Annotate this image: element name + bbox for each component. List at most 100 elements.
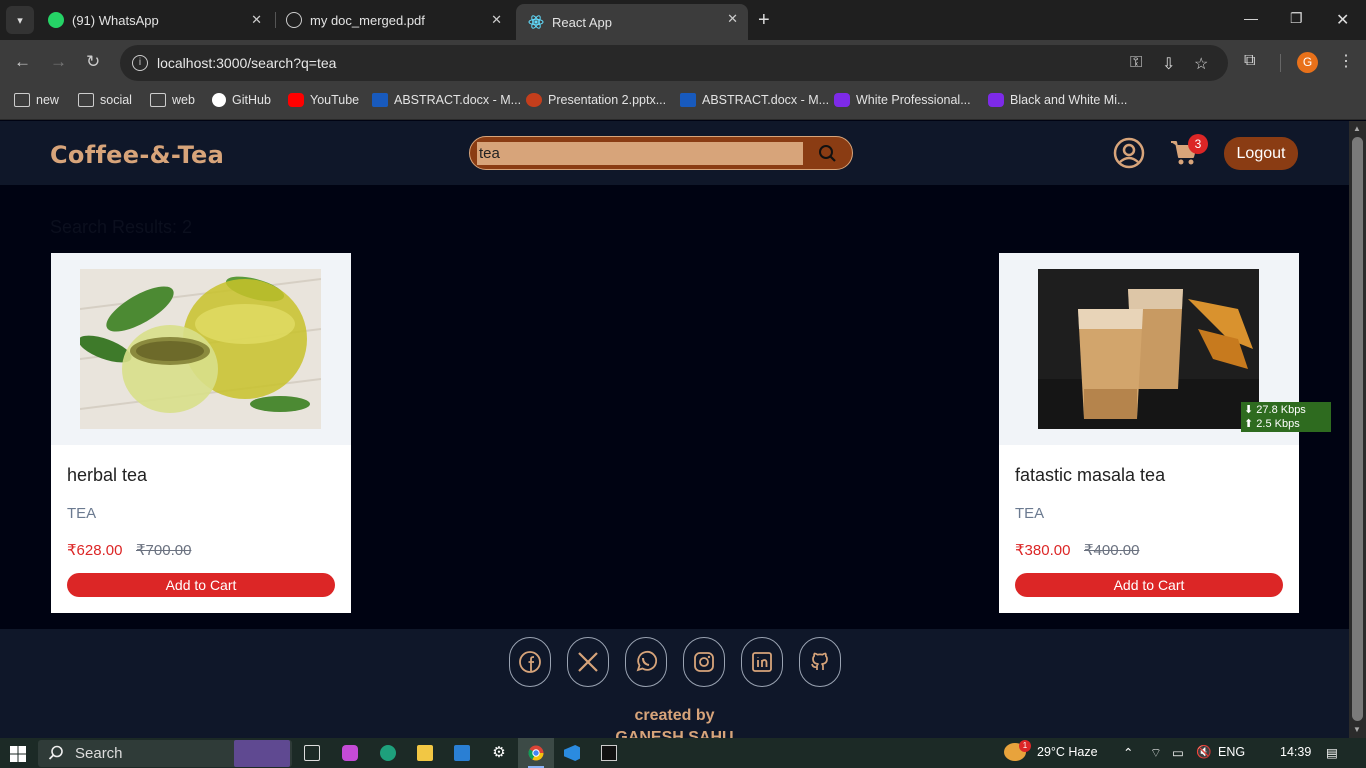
file-explorer-icon[interactable] — [417, 745, 433, 761]
logout-button[interactable]: Logout — [1224, 137, 1298, 170]
battery-icon[interactable]: ▭ — [1172, 745, 1184, 760]
canva-icon — [988, 93, 1004, 107]
edge-icon[interactable] — [380, 745, 396, 761]
install-app-icon[interactable]: ⇩ — [1162, 54, 1175, 74]
taskbar-search-box[interactable]: Search — [38, 740, 292, 767]
bookmark-item[interactable]: Black and White Mi... — [988, 93, 1127, 107]
brand-logo[interactable]: Coffee-&-Tea — [50, 141, 224, 169]
mail-icon[interactable] — [454, 745, 470, 761]
wifi-icon[interactable]: ⌔ — [1150, 745, 1162, 761]
product-name[interactable]: herbal tea — [67, 465, 147, 486]
bookmark-item[interactable]: new — [14, 93, 59, 107]
task-view-icon[interactable] — [304, 745, 320, 761]
terminal-icon[interactable] — [601, 745, 617, 761]
linkedin-link[interactable] — [741, 637, 783, 687]
bookmark-item[interactable]: White Professional... — [834, 93, 971, 107]
search-icon — [819, 145, 836, 162]
tab-pdf[interactable]: my doc_merged.pdf ✕ — [274, 5, 512, 35]
product-card[interactable]: fatastic masala tea TEA ₹380.00 ₹400.00 … — [999, 253, 1299, 613]
product-name[interactable]: fatastic masala tea — [1015, 465, 1165, 486]
search-icon — [48, 745, 63, 760]
web-page: Coffee-&-Tea 3 Logout Search Results: 2 — [0, 121, 1349, 738]
github-link[interactable] — [799, 637, 841, 687]
bookmark-label: ABSTRACT.docx - M... — [394, 93, 522, 107]
product-image[interactable] — [80, 269, 321, 429]
search-bar — [469, 136, 853, 170]
password-key-icon[interactable]: ⚿ — [1130, 54, 1142, 72]
product-image[interactable] — [1038, 269, 1259, 429]
speaker-muted-icon[interactable]: 🔇 — [1196, 745, 1212, 760]
whatsapp-link[interactable] — [625, 637, 667, 687]
product-card[interactable]: herbal tea TEA ₹628.00 ₹700.00 Add to Ca… — [51, 253, 351, 613]
site-header: Coffee-&-Tea 3 Logout — [0, 121, 1349, 185]
tab-search-button[interactable]: ▾ — [6, 6, 34, 34]
notifications-icon[interactable]: ▤ — [1326, 745, 1338, 760]
product-image-area — [51, 253, 351, 445]
new-tab-button[interactable]: + — [758, 10, 770, 30]
close-icon[interactable]: ✕ — [491, 12, 502, 28]
bookmark-star-icon[interactable]: ☆ — [1194, 54, 1208, 74]
user-account-icon[interactable] — [1113, 137, 1145, 169]
weather-text[interactable]: 29°C Haze — [1037, 745, 1098, 759]
tab-react-app[interactable]: React App ✕ — [516, 4, 748, 40]
profile-avatar[interactable]: G — [1297, 52, 1318, 73]
bookmark-item[interactable]: ABSTRACT.docx - M... — [372, 93, 521, 107]
vscode-icon[interactable] — [564, 745, 580, 761]
language-indicator[interactable]: ENG — [1218, 745, 1245, 759]
search-input[interactable] — [477, 142, 803, 165]
minimize-button[interactable]: — — [1244, 10, 1258, 26]
bookmark-item[interactable]: GitHub — [212, 93, 271, 107]
bookmark-label: new — [36, 93, 59, 107]
x-twitter-link[interactable] — [567, 637, 609, 687]
forward-button[interactable]: → — [50, 52, 67, 72]
network-speed-overlay: ⬇ 27.8 Kbps ⬆ 2.5 Kbps — [1241, 402, 1331, 432]
bookmark-item[interactable]: Presentation 2.pptx... — [526, 93, 666, 107]
bookmark-label: GitHub — [232, 93, 271, 107]
settings-icon[interactable]: ⚙ — [491, 745, 507, 761]
bookmark-item[interactable]: web — [150, 93, 195, 107]
url-text[interactable]: localhost:3000/search?q=tea — [157, 55, 336, 71]
page-scrollbar[interactable]: ▲ ▼ — [1349, 121, 1366, 738]
bookmark-item[interactable]: YouTube — [288, 93, 359, 107]
instagram-link[interactable] — [683, 637, 725, 687]
site-footer: created by GANESH SAHU — [0, 629, 1349, 738]
restore-button[interactable]: ❐ — [1290, 10, 1303, 27]
tab-whatsapp[interactable]: (91) WhatsApp ✕ — [36, 5, 272, 35]
close-icon[interactable]: ✕ — [251, 12, 262, 28]
scrollbar-thumb[interactable] — [1352, 137, 1363, 721]
menu-icon[interactable]: ⋮ — [1338, 51, 1354, 71]
site-info-icon[interactable]: i — [132, 55, 148, 71]
windows-taskbar: Search ⚙ 1 29°C Haze ⌃ ⌔ ▭ 🔇 ENG 14:39 ▤ — [0, 738, 1366, 768]
bookmark-item[interactable]: ABSTRACT.docx - M... — [680, 93, 829, 107]
tab-label: (91) WhatsApp — [72, 12, 159, 28]
github-icon — [811, 652, 828, 670]
whatsapp-icon — [48, 12, 64, 28]
chevron-up-icon[interactable]: ⌃ — [1123, 745, 1133, 760]
close-window-button[interactable]: ✕ — [1336, 10, 1349, 30]
facebook-link[interactable] — [509, 637, 551, 687]
browser-toolbar: ← → ↻ i localhost:3000/search?q=tea ⚿ ⇩ … — [0, 40, 1366, 86]
search-highlight-image — [234, 740, 290, 767]
chrome-taskbar-button[interactable] — [518, 738, 554, 768]
powerpoint-icon — [526, 93, 542, 107]
windows-start-icon[interactable] — [10, 746, 26, 762]
reload-button[interactable]: ↻ — [86, 52, 100, 72]
bookmark-label: web — [172, 93, 195, 107]
bookmark-item[interactable]: social — [78, 93, 132, 107]
address-bar[interactable]: i localhost:3000/search?q=tea ⚿ ⇩ ☆ — [120, 45, 1228, 81]
extensions-icon[interactable]: ⧉ — [1244, 52, 1255, 70]
scroll-down-icon[interactable]: ▼ — [1353, 725, 1361, 734]
close-icon[interactable]: ✕ — [727, 11, 738, 27]
footer-author: GANESH SAHU — [615, 729, 734, 738]
scroll-up-icon[interactable]: ▲ — [1353, 124, 1361, 133]
facebook-icon — [519, 651, 541, 673]
search-button[interactable] — [810, 141, 844, 167]
add-to-cart-button[interactable]: Add to Cart — [1015, 573, 1283, 597]
back-button[interactable]: ← — [14, 52, 31, 72]
bookmark-label: YouTube — [310, 93, 360, 107]
copilot-icon[interactable] — [342, 745, 358, 761]
word-icon — [372, 93, 388, 107]
clock[interactable]: 14:39 — [1280, 745, 1311, 759]
search-results-title: Search Results: 2 — [50, 217, 193, 237]
add-to-cart-button[interactable]: Add to Cart — [67, 573, 335, 597]
